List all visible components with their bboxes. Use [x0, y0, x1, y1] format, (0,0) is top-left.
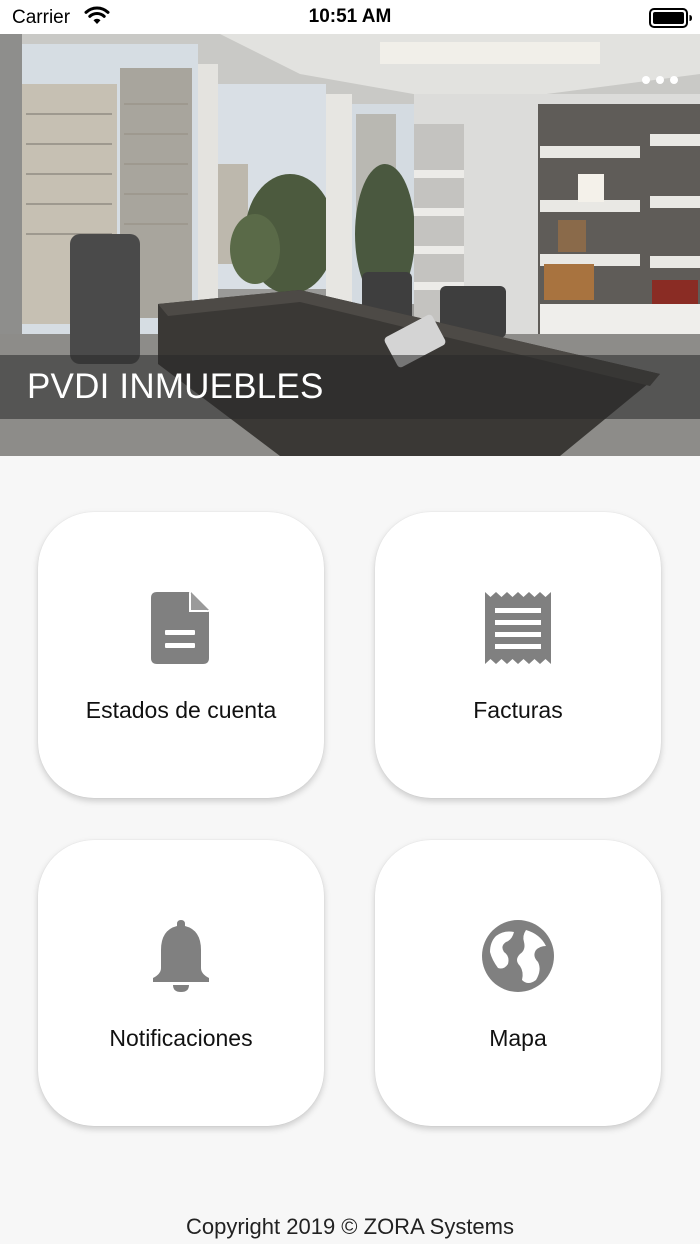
tile-label: Mapa — [489, 1025, 547, 1051]
tile-label: Facturas — [473, 697, 563, 723]
bell-icon — [38, 920, 324, 992]
more-dot — [642, 76, 650, 84]
tile-mapa[interactable]: Mapa — [375, 840, 661, 1126]
more-dot — [670, 76, 678, 84]
document-icon — [38, 592, 324, 664]
hero-banner: PVDI INMUEBLES — [0, 34, 700, 456]
globe-icon — [375, 920, 661, 992]
tile-facturas[interactable]: Facturas — [375, 512, 661, 798]
tile-label: Estados de cuenta — [85, 697, 277, 723]
status-time: 10:51 AM — [308, 6, 392, 27]
status-bar: Carrier 10:51 AM — [0, 0, 700, 34]
copyright-text: Copyright 2019 © ZORA Systems — [185, 1214, 514, 1239]
more-dot — [656, 76, 664, 84]
battery-icon — [649, 8, 692, 28]
receipt-icon — [375, 592, 661, 664]
tile-notificaciones[interactable]: Notificaciones — [38, 840, 324, 1126]
tile-estados-de-cuenta[interactable]: Estados de cuenta — [38, 512, 324, 798]
hero-title-band: PVDI INMUEBLES — [0, 355, 700, 419]
hero-title: PVDI INMUEBLES — [27, 367, 324, 406]
tile-label: Notificaciones — [109, 1025, 253, 1051]
more-options-button[interactable] — [642, 70, 678, 90]
